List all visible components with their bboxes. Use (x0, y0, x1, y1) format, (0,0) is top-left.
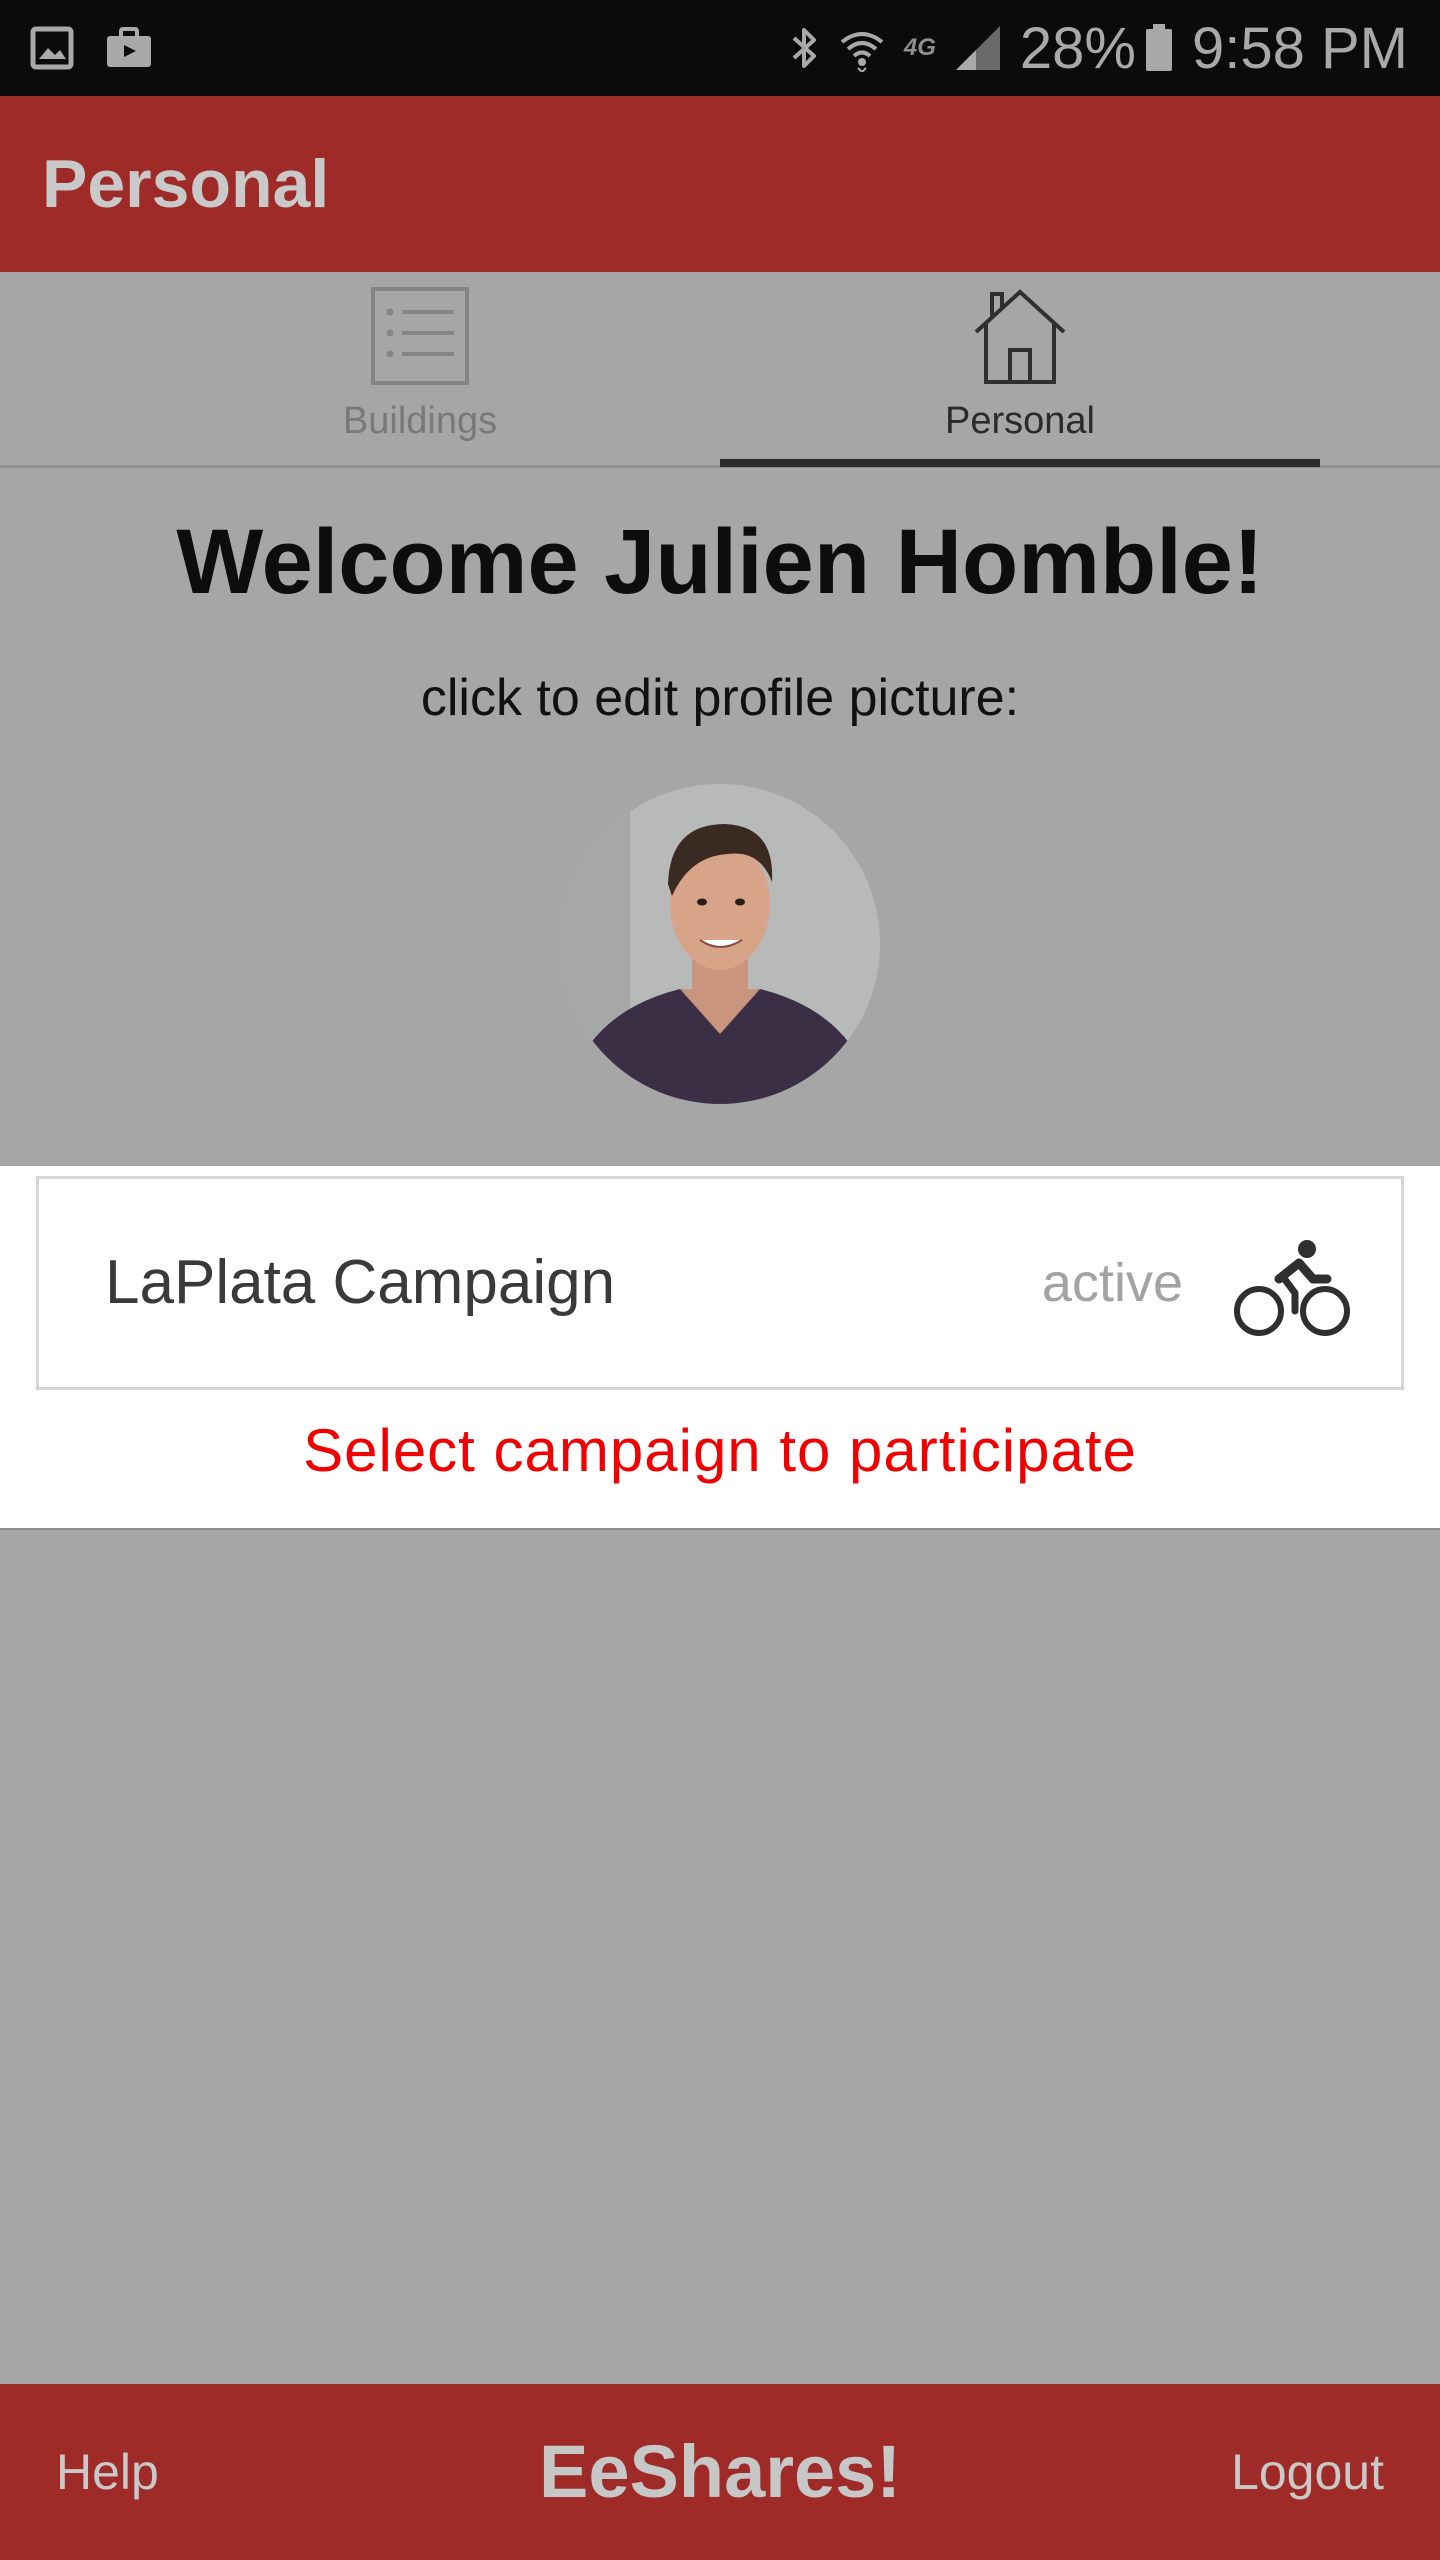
bicycle-icon (1233, 1239, 1351, 1339)
campaign-panel: LaPlata Campaign active Select campaign … (0, 1166, 1440, 1530)
status-bar: 4G 28% 9:58 PM (0, 0, 1440, 96)
help-link[interactable]: Help (56, 2384, 159, 2560)
page-title: Personal (42, 146, 330, 222)
campaign-hint: Select campaign to participate (303, 1417, 1137, 1484)
status-left (30, 26, 184, 70)
work-profile-icon (104, 26, 154, 70)
brand-title: EeShares! (539, 2430, 901, 2513)
bottom-bar: EeShares! Help Logout (0, 2384, 1440, 2560)
network-type: 4G (903, 34, 936, 61)
home-icon (970, 286, 1070, 386)
profile-picture (560, 784, 880, 1104)
tab-personal[interactable]: Personal (720, 272, 1320, 468)
status-right: 4G 28% 9:58 PM (772, 15, 1408, 82)
tab-personal-label: Personal (945, 400, 1095, 442)
battery-percent: 28% (1019, 15, 1136, 81)
avatar[interactable] (560, 784, 880, 1104)
tab-bar: Buildings Personal (0, 272, 1440, 468)
battery-icon (1144, 23, 1174, 73)
list-icon (370, 286, 470, 386)
clock: 9:58 PM (1192, 15, 1408, 81)
tab-buildings-label: Buildings (342, 400, 498, 442)
edit-profile-hint: click to edit profile picture: (420, 669, 1020, 727)
campaign-item[interactable]: LaPlata Campaign active (36, 1176, 1404, 1390)
wifi-icon (838, 24, 886, 72)
app-bar: Personal (0, 96, 1440, 272)
welcome-heading: Welcome Julien Homble! (176, 511, 1264, 613)
campaign-name: LaPlata Campaign (105, 1248, 616, 1317)
logout-link[interactable]: Logout (1231, 2384, 1384, 2560)
tab-indicator (720, 459, 1320, 467)
bluetooth-icon (790, 24, 820, 72)
campaign-status: active (1041, 1253, 1183, 1313)
gallery-icon (30, 26, 74, 70)
tab-buildings[interactable]: Buildings (120, 272, 720, 468)
cell-signal-icon (954, 24, 1002, 72)
